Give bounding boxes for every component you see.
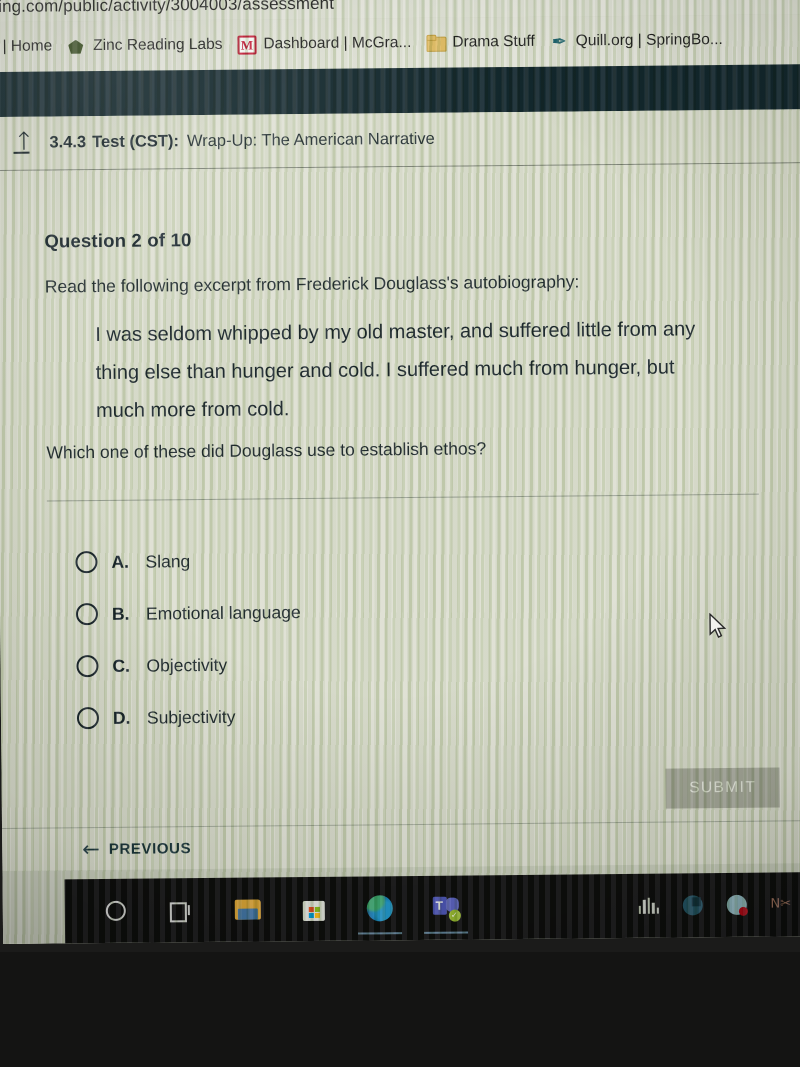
microsoft-store-glyph: [303, 897, 325, 921]
taskbar-pinned-apps: ✓: [65, 875, 480, 943]
photo-of-screen: ing.com/public/activity/3004003/assessme…: [0, 0, 800, 1067]
file-explorer-glyph: [235, 899, 261, 920]
submit-button-label: SUBMIT: [689, 778, 757, 797]
system-tray: N✂: [637, 892, 800, 918]
bookmark-dashboard-mcgraw[interactable]: M Dashboard | McGra...: [233, 31, 422, 56]
previous-button[interactable]: ← PREVIOUS: [82, 837, 192, 862]
notification-dot: [738, 906, 748, 916]
answer-options-list: A. Slang B. Emotional language C. Object…: [75, 530, 717, 744]
running-indicator: [358, 932, 403, 935]
skype-glyph: [726, 894, 748, 916]
pentagon-icon: [67, 37, 86, 56]
bookmark-quill-org[interactable]: ✒ Quill.org | SpringBo...: [546, 28, 734, 53]
monitor-screen: ing.com/public/activity/3004003/assessme…: [0, 0, 800, 944]
mcgraw-m-icon: M: [237, 34, 257, 55]
file-explorer-icon[interactable]: [215, 877, 282, 942]
answer-option-c[interactable]: C. Objectivity: [76, 634, 716, 692]
option-letter: D.: [112, 707, 131, 728]
microsoft-edge-glyph: [366, 895, 393, 922]
question-counter: Question 2 of 10: [44, 229, 192, 252]
submit-button[interactable]: SUBMIT: [665, 767, 780, 809]
question-intro: Read the following excerpt from Frederic…: [44, 271, 580, 297]
previous-button-label: PREVIOUS: [108, 839, 192, 858]
bookmark-label: Drama Stuff: [452, 32, 535, 51]
exit-up-arrow-icon[interactable]: [11, 130, 37, 156]
bookmark-label: Dashboard | McGra...: [263, 33, 412, 53]
folder-icon: [426, 33, 445, 52]
question-prompt: Which one of these did Douglass use to e…: [46, 438, 487, 463]
lesson-title: Wrap-Up: The American Narrative: [186, 129, 435, 151]
answer-option-d[interactable]: D. Subjectivity: [76, 686, 717, 744]
excerpt-blockquote: I was seldom whipped by my old master, a…: [95, 318, 696, 423]
equalizer-bars-glyph: [638, 897, 660, 914]
search-circle-glyph: [105, 900, 126, 921]
arrow-left-icon: ←: [82, 837, 100, 862]
option-letter: A.: [111, 551, 130, 572]
status-check-icon: ✓: [448, 909, 461, 922]
lesson-kind: Test (CST):: [92, 132, 180, 152]
audio-equalizer-icon[interactable]: [637, 894, 661, 918]
option-letter: C.: [112, 655, 131, 676]
bookmark-label: Zinc Reading Labs: [93, 35, 223, 55]
option-text: Emotional language: [145, 601, 301, 624]
content-divider: [46, 493, 759, 502]
microsoft-store-icon[interactable]: [281, 877, 348, 942]
assessment-content: Question 2 of 10 Read the following exce…: [0, 163, 800, 871]
photo-bottom-bezel: [0, 952, 800, 1067]
answer-option-b[interactable]: B. Emotional language: [75, 582, 716, 640]
option-text: Slang: [145, 550, 191, 572]
search-icon[interactable]: [83, 879, 150, 944]
radio-button[interactable]: [76, 655, 99, 678]
quill-pen-icon: ✒: [551, 31, 567, 53]
footer-divider: [2, 820, 800, 829]
url-text[interactable]: ing.com/public/activity/3004003/assessme…: [0, 0, 334, 17]
snipping-tool-icon[interactable]: N✂: [769, 892, 793, 916]
option-text: Objectivity: [146, 654, 228, 676]
bookmark-label: Quill.org | SpringBo...: [575, 31, 723, 50]
microsoft-edge-icon[interactable]: [347, 876, 414, 941]
windows-taskbar[interactable]: ✓: [64, 872, 800, 944]
microsoft-teams-icon[interactable]: ✓: [413, 875, 480, 940]
lesson-code: 3.4.3: [49, 133, 87, 152]
bookmark-zinc-reading-labs[interactable]: Zinc Reading Labs: [63, 33, 233, 58]
bookmarks-bar[interactable]: | Home Zinc Reading Labs M Dashboard | M…: [0, 14, 800, 72]
bookmark-label: | Home: [2, 37, 53, 55]
bookmark-drama-stuff[interactable]: Drama Stuff: [422, 30, 546, 54]
snipping-tool-glyph: N✂: [770, 896, 792, 912]
task-view-icon[interactable]: [149, 878, 216, 943]
radio-button[interactable]: [75, 551, 98, 574]
screen-left-gutter: [2, 871, 72, 944]
lesson-header: 3.4.3 Test (CST): Wrap-Up: The American …: [0, 109, 800, 170]
microsoft-teams-glyph: ✓: [432, 895, 461, 922]
task-view-glyph: [170, 900, 194, 920]
system-tray-circle-icon[interactable]: [681, 893, 705, 917]
option-text: Subjectivity: [146, 706, 236, 728]
radio-button[interactable]: [75, 603, 99, 626]
option-letter: B.: [111, 603, 130, 624]
site-navigation-band: [0, 64, 800, 117]
radio-button[interactable]: [76, 707, 100, 730]
skype-icon[interactable]: [725, 893, 749, 917]
answer-option-a[interactable]: A. Slang: [75, 530, 715, 588]
bookmark-home[interactable]: | Home: [0, 35, 63, 58]
tray-circle-glyph: [682, 895, 703, 916]
running-indicator: [424, 931, 469, 934]
